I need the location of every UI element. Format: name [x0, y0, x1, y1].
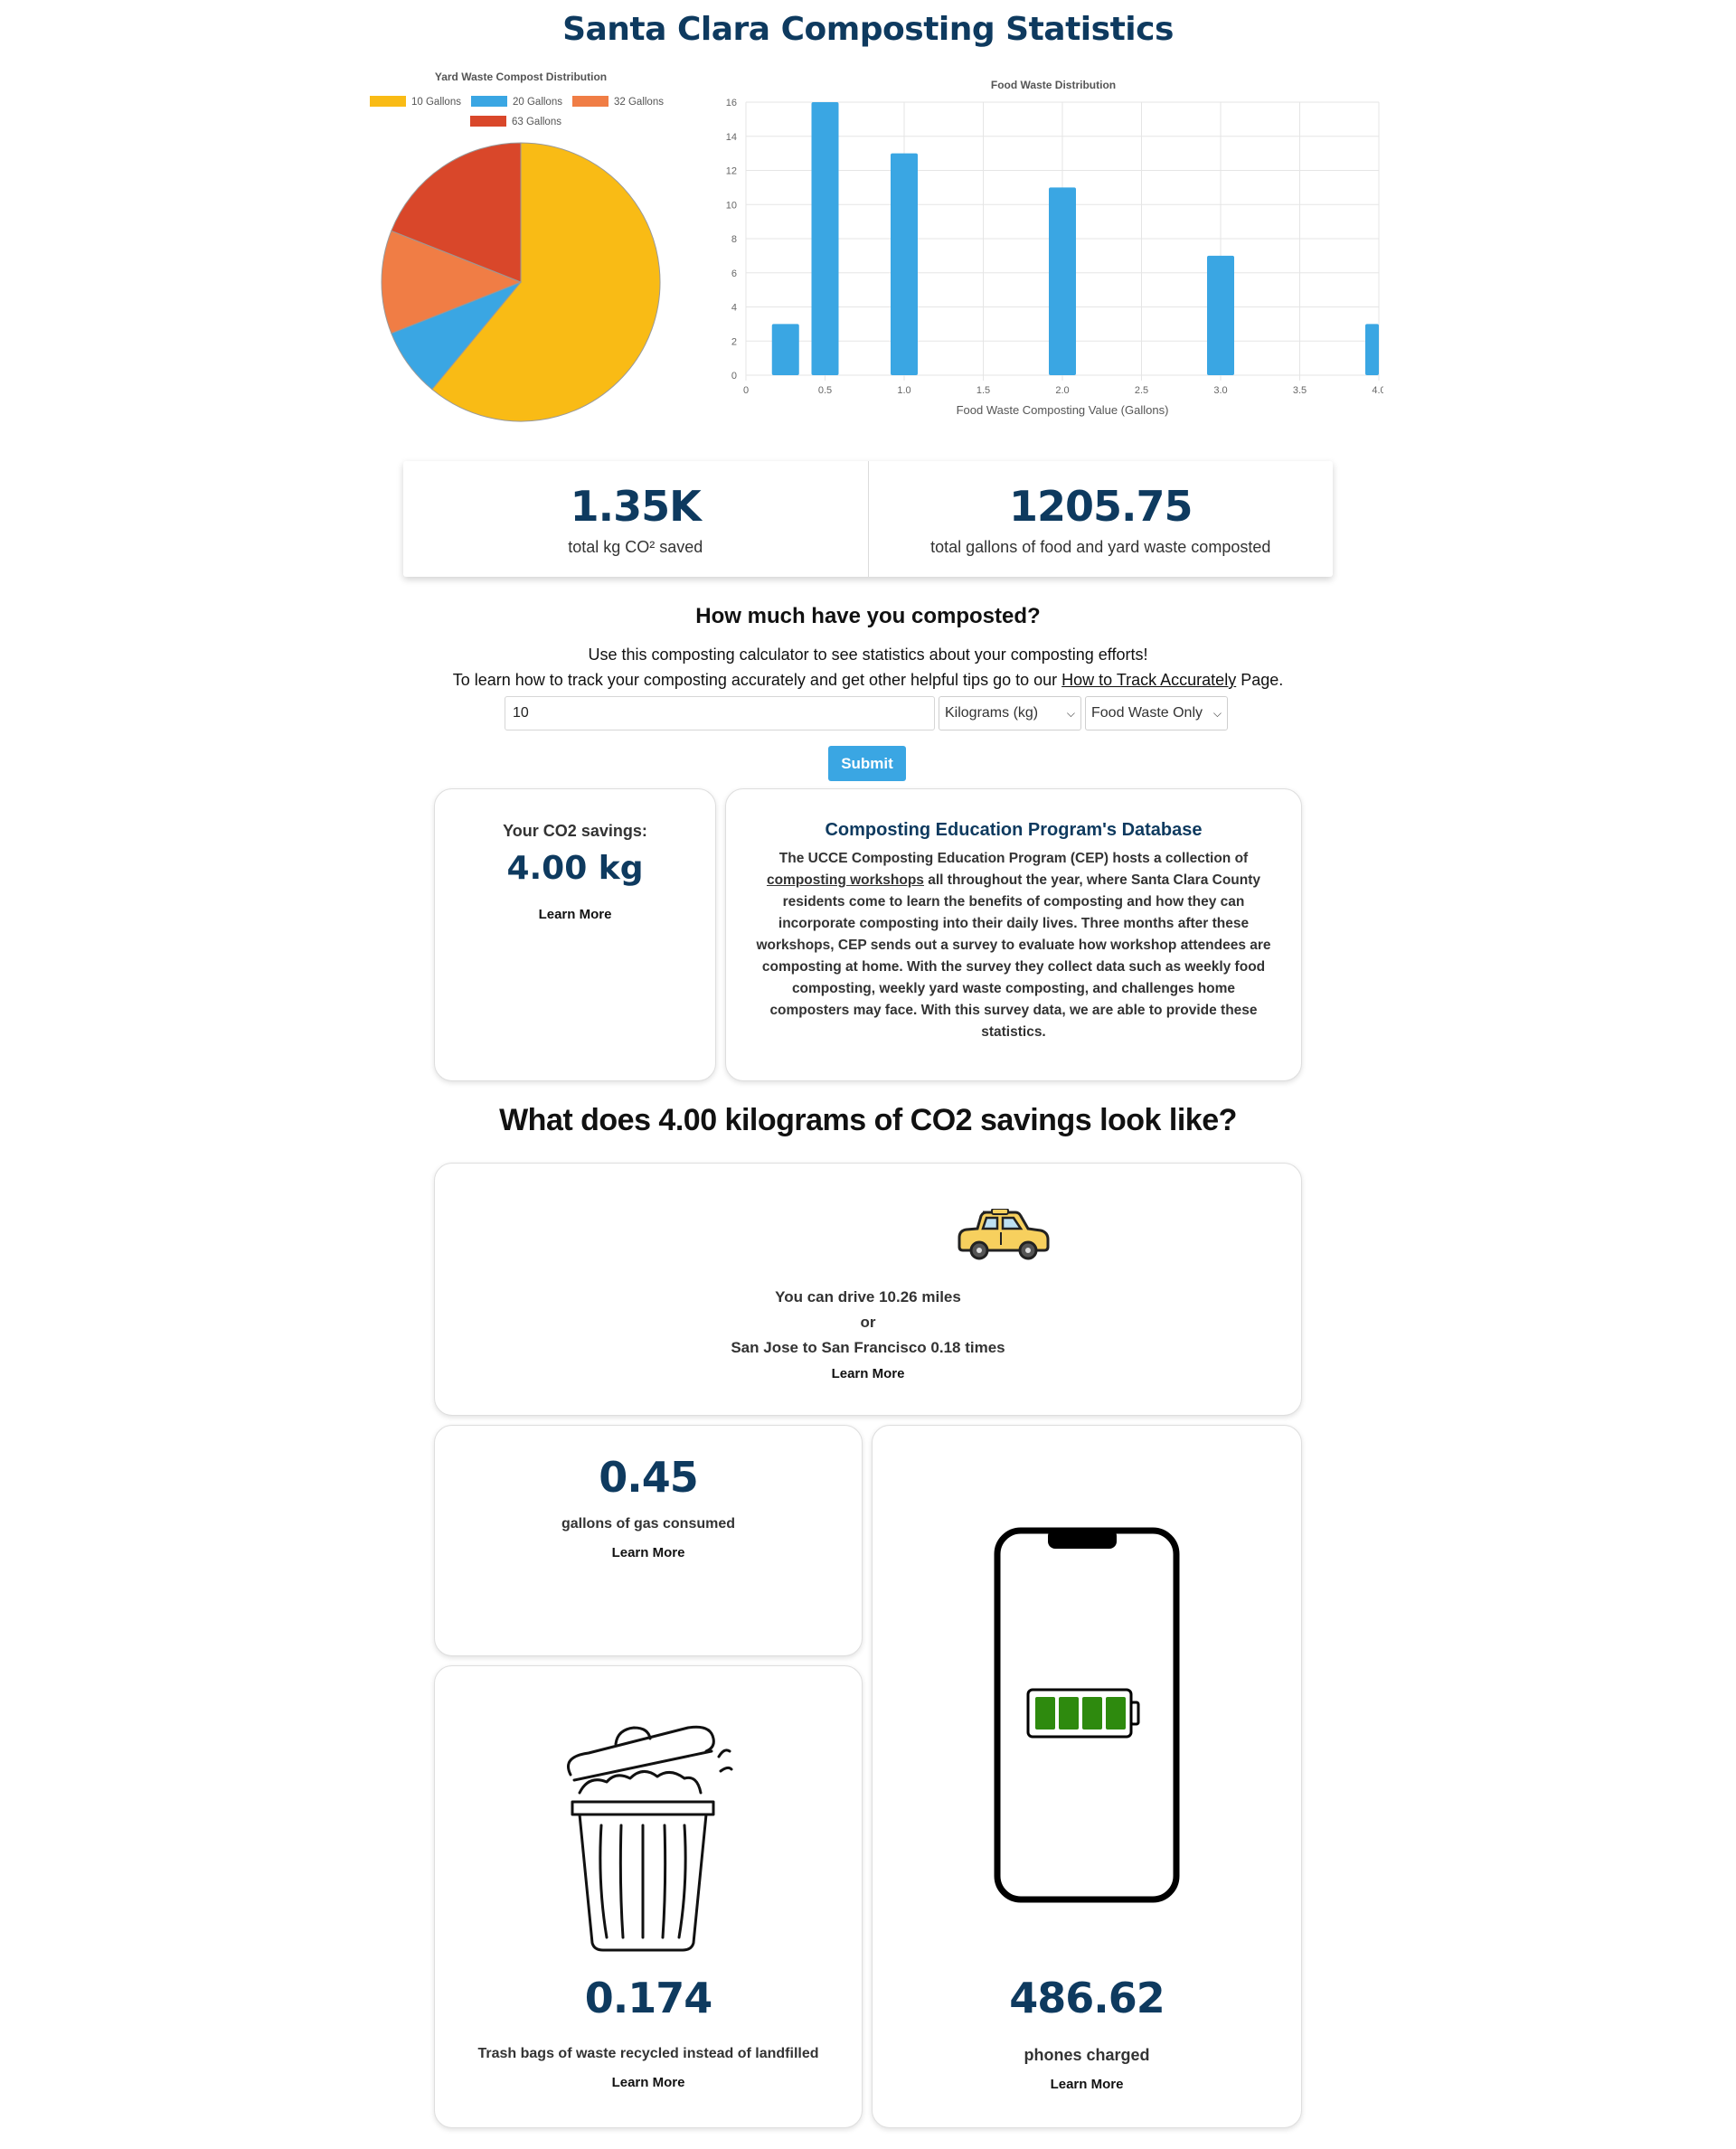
food-waste-bar-chart: Food Waste Distribution 0 2 4 6 8 10 12 14 16 0 0.… — [726, 79, 1383, 417]
drive-or-text: or — [860, 1314, 876, 1331]
phones-value: 486.62 — [1009, 1974, 1165, 2022]
waste-type-select-value: Food Waste Only — [1091, 705, 1203, 721]
pie-legend-label: 10 Gallons — [411, 97, 461, 108]
submit-button[interactable]: Submit — [828, 746, 906, 781]
bar-2[interactable] — [1049, 187, 1076, 375]
pie-legend-swatch[interactable] — [572, 96, 609, 107]
co2-saved-label: total kg CO² saved — [568, 537, 703, 556]
calculator-line-2-text: To learn how to track your composting ac… — [452, 671, 1062, 689]
amount-input[interactable]: 10 — [505, 696, 935, 730]
phones-label: phones charged — [1024, 2046, 1150, 2064]
gas-learn-more-link[interactable]: Learn More — [435, 1545, 862, 1560]
global-stats-panel: 1.35K total kg CO² saved 1205.75 total g… — [403, 461, 1333, 577]
pie-legend-swatch[interactable] — [470, 116, 506, 127]
drive-learn-more-link[interactable]: Learn More — [435, 1366, 1301, 1381]
drive-text-block: You can drive 10.26 miles or San Jose to… — [435, 1285, 1301, 1381]
bar-0.25[interactable] — [771, 324, 799, 375]
yard-waste-pie-chart: Yard Waste Compost Distribution 10 Gallo… — [370, 71, 664, 422]
x-tick-label: 1.0 — [897, 385, 910, 396]
x-tick-label: 1.5 — [976, 385, 990, 396]
chevron-down-icon: ⌵ — [1212, 706, 1222, 720]
pie-legend-label: 63 Gallons — [512, 117, 561, 127]
calculator-line-2-end: Page. — [1236, 671, 1284, 689]
x-tick-label: 0.5 — [818, 385, 832, 396]
bar-chart-title: Food Waste Distribution — [991, 79, 1116, 91]
y-tick-label: 12 — [726, 166, 737, 177]
pie-legend-label: 20 Gallons — [513, 97, 562, 108]
gas-label: gallons of gas consumed — [561, 1516, 736, 1532]
gallons-composted-stat: 1205.75 total gallons of food and yard w… — [867, 461, 1334, 577]
x-tick-label: 2.5 — [1135, 385, 1148, 396]
savings-learn-more-link[interactable]: Learn More — [435, 907, 715, 922]
co2-saved-stat: 1.35K total kg CO² saved — [403, 461, 868, 577]
gas-value: 0.45 — [599, 1453, 699, 1502]
co2-savings-card: Your CO2 savings: 4.00 kg Learn More — [434, 788, 716, 1081]
drive-equivalent-card: You can drive 10.26 miles or San Jose to… — [434, 1163, 1302, 1416]
calculator-heading: How much have you composted? — [695, 604, 1041, 628]
calculator-line-2: To learn how to track your composting ac… — [0, 667, 1736, 693]
gallons-composted-value: 1205.75 — [1008, 481, 1194, 531]
drive-trips-text: San Jose to San Francisco 0.18 times — [731, 1339, 1005, 1356]
pie-legend-swatch[interactable] — [471, 96, 507, 107]
chevron-down-icon: ⌵ — [1066, 706, 1075, 720]
waste-type-select[interactable]: Food Waste Only ⌵ — [1085, 696, 1228, 730]
gas-equivalent-card: 0.45 gallons of gas consumed Learn More — [434, 1425, 863, 1656]
co2-saved-value: 1.35K — [570, 481, 702, 531]
phone-battery-icon — [994, 1527, 1180, 1903]
y-tick-label: 0 — [731, 371, 737, 382]
x-tick-label: 3.0 — [1213, 385, 1227, 396]
calculator-form: 10 Kilograms (kg) ⌵ Food Waste Only ⌵ — [505, 696, 1228, 730]
x-tick-label: 3.5 — [1293, 385, 1307, 396]
trash-learn-more-link[interactable]: Learn More — [435, 2075, 862, 2090]
y-tick-label: 10 — [726, 200, 737, 211]
y-tick-label: 14 — [726, 132, 737, 143]
unit-select-value: Kilograms (kg) — [945, 705, 1039, 721]
y-tick-label: 2 — [731, 336, 737, 347]
trash-label: Trash bags of waste recycled instead of … — [477, 2046, 819, 2061]
car-icon — [958, 1209, 1050, 1260]
bar-3[interactable] — [1207, 255, 1234, 375]
how-to-track-link[interactable]: How to Track Accurately — [1061, 671, 1236, 689]
cep-title: Composting Education Program's Database — [825, 820, 1203, 840]
trash-equivalent-card: 0.174 Trash bags of waste recycled inste… — [434, 1665, 863, 2128]
pie-chart-title: Yard Waste Compost Distribution — [435, 71, 607, 83]
phones-learn-more-link[interactable]: Learn More — [873, 2077, 1301, 2092]
unit-select[interactable]: Kilograms (kg) ⌵ — [939, 696, 1081, 730]
co2-savings-value: 4.00 kg — [506, 850, 644, 887]
bar-chart-xlabel: Food Waste Composting Value (Gallons) — [957, 403, 1169, 417]
bar-1[interactable] — [891, 153, 918, 375]
y-tick-label: 16 — [726, 98, 737, 108]
phones-equivalent-card: 486.62 phones charged Learn More — [872, 1425, 1302, 2128]
pie-legend-label: 32 Gallons — [614, 97, 664, 108]
cep-body-text-end: all throughout the year, where Santa Cla… — [756, 872, 1271, 1040]
composting-workshops-link[interactable]: composting workshops — [767, 872, 924, 888]
y-tick-label: 6 — [731, 269, 737, 279]
gallons-composted-label: total gallons of food and yard waste com… — [930, 537, 1271, 556]
looks-like-heading: What does 4.00 kilograms of CO2 savings … — [499, 1103, 1237, 1137]
calculator-description: Use this composting calculator to see st… — [0, 642, 1736, 693]
trash-can-icon — [567, 1725, 733, 1952]
y-tick-label: 4 — [731, 303, 737, 314]
cep-body: The UCCE Composting Education Program (C… — [726, 841, 1301, 1043]
cep-database-card: Composting Education Program's Database … — [725, 788, 1302, 1081]
cep-body-text: The UCCE Composting Education Program (C… — [778, 851, 1249, 866]
x-tick-label: 2.0 — [1055, 385, 1069, 396]
co2-savings-label: Your CO2 savings: — [503, 822, 647, 840]
bar-4[interactable] — [1365, 324, 1379, 375]
x-tick-label: 0 — [743, 385, 749, 396]
y-tick-label: 8 — [731, 234, 737, 245]
bar-0.5[interactable] — [811, 102, 839, 375]
x-tick-label: 4.0 — [1372, 385, 1383, 396]
calculator-line-1: Use this composting calculator to see st… — [588, 646, 1148, 664]
pie-legend-swatch[interactable] — [370, 96, 406, 107]
drive-miles-text: You can drive 10.26 miles — [775, 1288, 961, 1305]
trash-value: 0.174 — [584, 1974, 713, 2022]
page-title: Santa Clara Composting Statistics — [562, 11, 1174, 48]
